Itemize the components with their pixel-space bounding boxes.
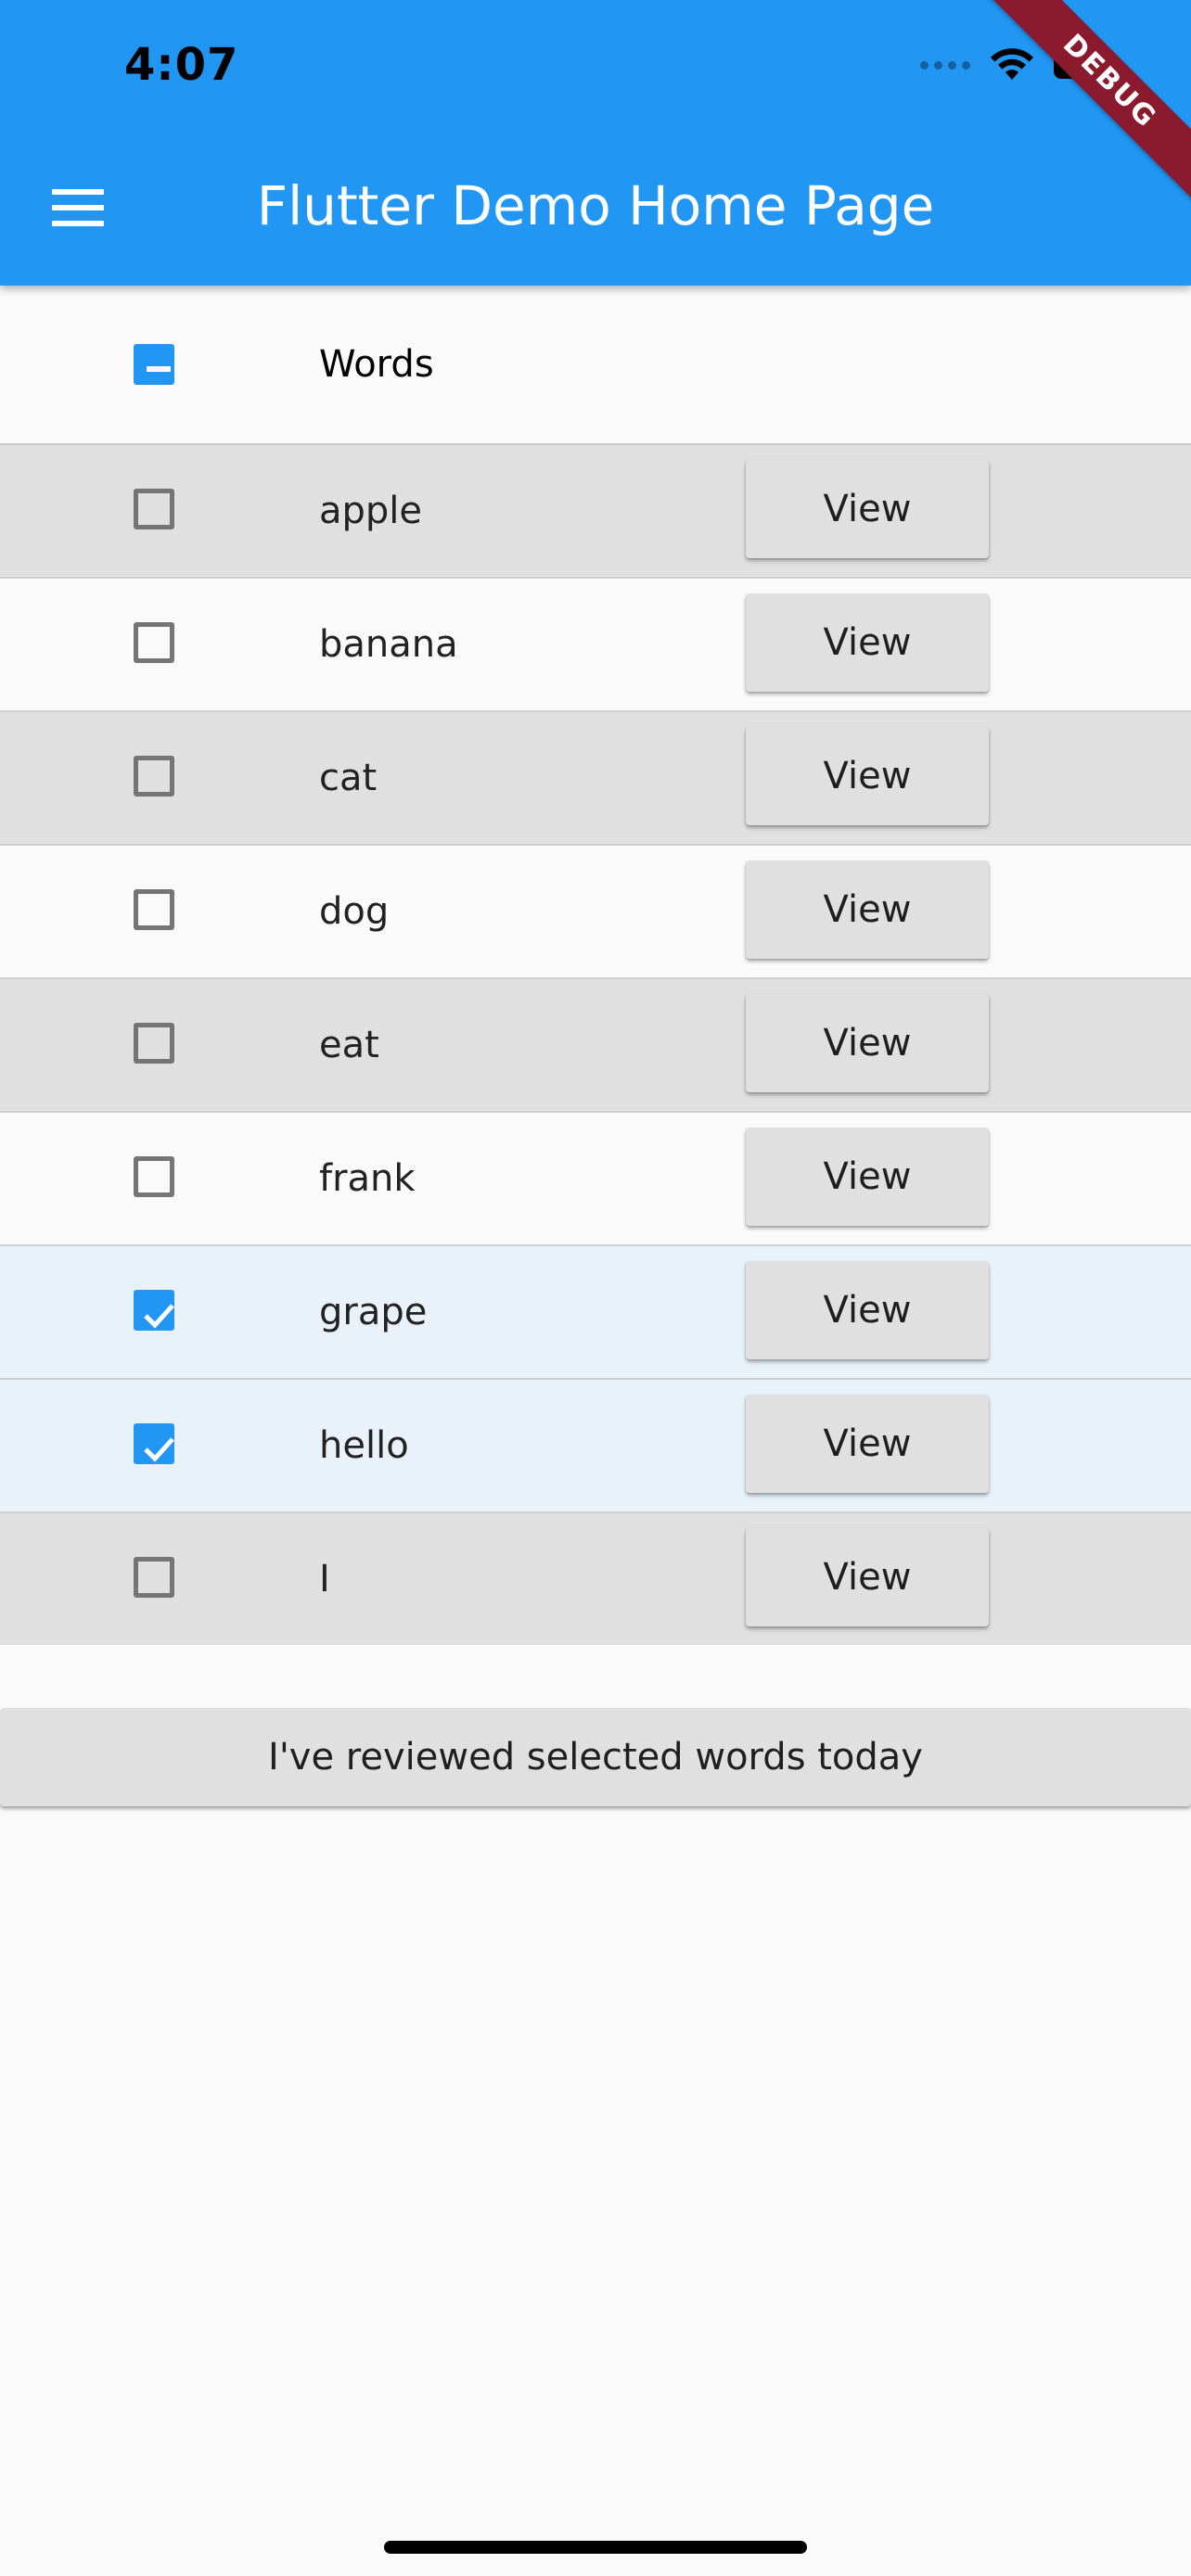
table-row[interactable]: dog View bbox=[0, 846, 1191, 979]
words-column-header: Words bbox=[319, 343, 434, 386]
page-title: Flutter Demo Home Page bbox=[256, 174, 935, 237]
row-checkbox[interactable] bbox=[134, 489, 174, 529]
row-checkbox[interactable] bbox=[134, 1156, 174, 1197]
row-checkbox[interactable] bbox=[134, 622, 174, 663]
status-time: 4:07 bbox=[124, 39, 239, 91]
view-button[interactable]: View bbox=[746, 1261, 989, 1359]
row-checkbox[interactable] bbox=[134, 1557, 174, 1598]
table-row[interactable]: cat View bbox=[0, 712, 1191, 846]
view-button[interactable]: View bbox=[746, 994, 989, 1092]
row-checkbox[interactable] bbox=[134, 756, 174, 797]
reviewed-today-button[interactable]: I've reviewed selected words today bbox=[0, 1708, 1191, 1806]
view-button[interactable]: View bbox=[746, 1528, 989, 1626]
table-row[interactable]: I View bbox=[0, 1513, 1191, 1645]
table-row[interactable]: banana View bbox=[0, 579, 1191, 712]
word-label: cat bbox=[319, 757, 378, 799]
screen: 4:07 Flutter Demo Home Page DEBUG Words … bbox=[0, 0, 1191, 2576]
table-row[interactable]: frank View bbox=[0, 1113, 1191, 1246]
cellular-signal-icon bbox=[920, 60, 970, 70]
word-label: grape bbox=[319, 1291, 428, 1333]
checkmark-icon bbox=[144, 1437, 174, 1462]
word-label: I bbox=[319, 1558, 330, 1600]
row-checkbox[interactable] bbox=[134, 1423, 174, 1464]
table-row[interactable]: hello View bbox=[0, 1380, 1191, 1513]
status-icons bbox=[920, 48, 1120, 82]
view-button[interactable]: View bbox=[746, 727, 989, 825]
row-checkbox[interactable] bbox=[134, 1290, 174, 1331]
word-label: hello bbox=[319, 1424, 409, 1467]
battery-icon bbox=[1054, 51, 1120, 79]
select-all-checkbox[interactable] bbox=[134, 344, 174, 385]
minus-icon bbox=[147, 366, 171, 372]
view-button[interactable]: View bbox=[746, 1128, 989, 1226]
table-row[interactable]: grape View bbox=[0, 1246, 1191, 1380]
view-button[interactable]: View bbox=[746, 1395, 989, 1493]
table-row[interactable]: apple View bbox=[0, 445, 1191, 579]
view-button[interactable]: View bbox=[746, 861, 989, 959]
row-checkbox[interactable] bbox=[134, 889, 174, 930]
word-label: dog bbox=[319, 890, 390, 933]
checkmark-icon bbox=[144, 1304, 174, 1329]
view-button[interactable]: View bbox=[746, 593, 989, 692]
word-list: apple View banana View cat View dog View eat View… bbox=[0, 445, 1191, 1645]
app-bar: 4:07 Flutter Demo Home Page bbox=[0, 0, 1191, 286]
row-checkbox[interactable] bbox=[134, 1023, 174, 1064]
wifi-icon bbox=[991, 48, 1033, 80]
table-row[interactable]: eat View bbox=[0, 979, 1191, 1113]
home-indicator bbox=[384, 2541, 807, 2554]
word-label: eat bbox=[319, 1024, 379, 1066]
table-header-row: Words bbox=[0, 286, 1191, 445]
word-label: apple bbox=[319, 490, 423, 532]
word-label: frank bbox=[319, 1157, 416, 1200]
view-button[interactable]: View bbox=[746, 460, 989, 558]
word-label: banana bbox=[319, 623, 458, 666]
